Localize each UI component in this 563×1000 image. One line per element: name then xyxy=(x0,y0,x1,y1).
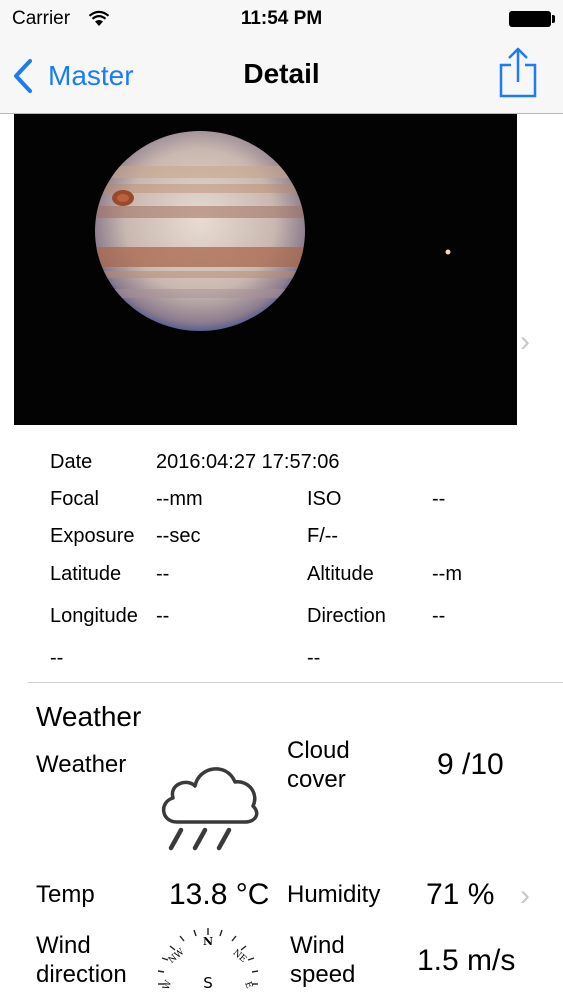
weather-disclosure-chevron-icon[interactable]: › xyxy=(520,879,530,913)
photo-disclosure-chevron-icon[interactable]: › xyxy=(520,325,530,359)
latitude-label: Latitude xyxy=(50,563,122,585)
photo[interactable] xyxy=(14,114,517,425)
altitude-label: Altitude xyxy=(307,563,374,585)
fnumber-value: F/-- xyxy=(307,525,339,547)
clock: 11:54 PM xyxy=(240,8,323,29)
wind-speed-label: Wind speed xyxy=(290,931,355,989)
longitude-label: Longitude xyxy=(50,605,138,627)
wind-speed-label-line2: speed xyxy=(290,961,356,988)
temp-value: 13.8 °C xyxy=(169,878,270,911)
compass-ne: NE xyxy=(231,948,248,965)
cloud-cover-label-line2: cover xyxy=(287,766,346,793)
battery-icon xyxy=(509,11,551,27)
cloud-cover-label-line1: Cloud xyxy=(287,737,350,764)
date-label: Date xyxy=(50,451,93,473)
compass-s: S xyxy=(203,974,213,992)
compass-n: N xyxy=(203,935,213,948)
navigation-bar: Master Detail xyxy=(0,38,563,114)
exposure-value: --sec xyxy=(156,525,201,547)
weather-heading: Weather xyxy=(36,701,142,732)
wind-direction-label-line1: Wind xyxy=(36,932,91,959)
status-bar: Carrier 11:54 PM xyxy=(0,0,563,38)
temp-label: Temp xyxy=(36,881,95,908)
humidity-value: 71 % xyxy=(426,878,495,911)
section-divider xyxy=(28,682,563,683)
longitude-value: -- xyxy=(156,605,170,627)
direction-value: -- xyxy=(432,605,446,627)
cloud-rain-icon xyxy=(162,767,259,851)
compass-w: W xyxy=(162,979,175,992)
exposure-label: Exposure xyxy=(50,525,135,547)
extra-left-value: -- xyxy=(50,647,64,669)
humidity-label: Humidity xyxy=(287,881,381,908)
iso-label: ISO xyxy=(307,488,342,510)
wind-direction-label: Wind direction xyxy=(36,931,127,989)
compass-icon: N NW NE W E S xyxy=(157,928,259,992)
date-value: 2016:04:27 17:57:06 xyxy=(156,451,340,473)
extra-right-value: -- xyxy=(307,647,321,669)
wind-speed-label-line1: Wind xyxy=(290,932,345,959)
battery-tip xyxy=(552,15,555,23)
compass-nw: NW xyxy=(167,947,187,966)
direction-label: Direction xyxy=(307,605,386,627)
focal-label: Focal xyxy=(50,488,99,510)
cloud-cover-value: 9 /10 xyxy=(437,748,504,781)
altitude-value: --m xyxy=(432,563,462,585)
latitude-value: -- xyxy=(156,563,170,585)
jupiter-image xyxy=(14,114,517,425)
wind-direction-label-line2: direction xyxy=(36,961,127,988)
cloud-cover-label: Cloud cover xyxy=(287,736,350,794)
wind-speed-value: 1.5 m/s xyxy=(417,944,516,977)
page-title: Detail xyxy=(243,58,320,89)
focal-value: --mm xyxy=(156,488,203,510)
share-icon[interactable] xyxy=(498,46,538,98)
compass-e: E xyxy=(242,981,254,991)
weather-label: Weather xyxy=(36,751,127,778)
iso-value: -- xyxy=(432,488,446,510)
